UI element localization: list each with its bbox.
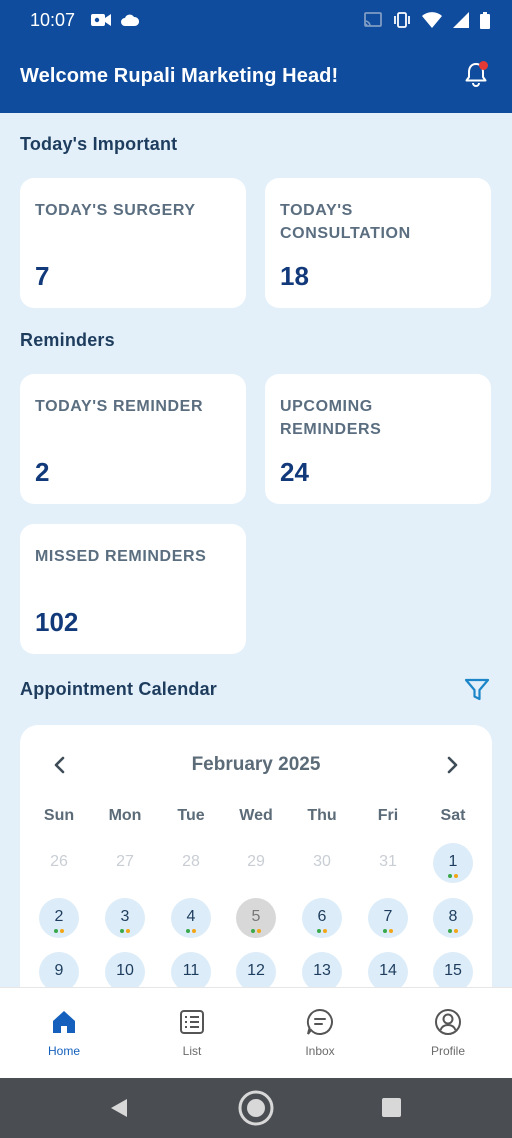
wifi-icon	[422, 12, 442, 28]
next-month-chevron-icon[interactable]	[442, 755, 462, 775]
calendar-section-title: Appointment Calendar	[20, 679, 218, 699]
profile-icon	[435, 1009, 461, 1035]
welcome-title: Welcome Rupali Marketing Head!	[20, 65, 339, 87]
weekday-label: Fri	[377, 807, 399, 824]
weekday-label: Thu	[307, 807, 337, 824]
notification-bell-icon[interactable]	[462, 60, 490, 88]
appointment-dots	[383, 929, 393, 933]
missed-reminders-card[interactable]: MISSED REMINDERS 102	[20, 524, 246, 654]
card-label: TODAY'S SURGERY	[35, 202, 196, 219]
calendar-day-outside: 30	[313, 853, 331, 870]
surgery-card[interactable]: TODAY'S SURGERY 7	[20, 178, 246, 308]
dashboard-content[interactable]: Today's Important TODAY'S SURGERY 7 TODA…	[0, 113, 512, 987]
signal-icon	[453, 12, 469, 28]
status-bar: 10:07	[0, 0, 512, 40]
card-value: 7	[35, 261, 50, 291]
nav-label: Home	[47, 1044, 80, 1058]
system-navigation-bar	[0, 1078, 512, 1138]
calendar-day-outside: 26	[50, 853, 68, 870]
appointment-dots	[251, 929, 261, 933]
appointment-dots	[317, 929, 327, 933]
calendar-day-outside: 28	[182, 853, 200, 870]
weekday-label: Mon	[108, 807, 142, 824]
card-label: TODAY'S CONSULTATION	[280, 202, 411, 242]
appointment-dots	[448, 874, 458, 878]
calendar-day[interactable]: 7	[368, 898, 408, 938]
upcoming-reminders-card[interactable]: UPCOMING REMINDERS 24	[265, 374, 491, 504]
weekday-label: Wed	[239, 807, 273, 824]
appointment-dots	[186, 929, 196, 933]
cast-icon	[364, 12, 382, 27]
filter-icon[interactable]	[464, 677, 490, 703]
calendar-day[interactable]: 8	[433, 898, 473, 938]
nav-label: Profile	[430, 1044, 465, 1058]
appointment-dots	[54, 929, 64, 933]
status-time: 10:07	[30, 9, 76, 30]
chat-icon	[306, 1008, 333, 1035]
card-value: 18	[280, 261, 309, 291]
home-icon	[53, 1011, 75, 1033]
reminders-section-title: Reminders	[20, 330, 115, 350]
calendar-day[interactable]: 3	[105, 898, 145, 938]
card-label: TODAY'S REMINDER	[35, 398, 204, 415]
calendar-day[interactable]: 2	[39, 898, 79, 938]
card-value: 102	[35, 607, 79, 637]
calendar-day[interactable]: 11	[171, 952, 211, 987]
weekday-label: Sat	[440, 807, 466, 824]
calendar-day[interactable]: 12	[236, 952, 276, 987]
calendar-day[interactable]: 4	[171, 898, 211, 938]
calendar-day[interactable]: 1	[433, 843, 473, 883]
nav-inbox[interactable]: Inbox	[270, 1008, 370, 1060]
list-icon	[180, 1010, 204, 1034]
back-icon[interactable]	[108, 1097, 130, 1119]
app-header: Welcome Rupali Marketing Head!	[0, 40, 512, 113]
nav-home[interactable]: Home	[14, 1008, 114, 1060]
battery-icon	[480, 11, 490, 29]
calendar-day[interactable]: 9	[39, 952, 79, 987]
important-section-title: Today's Important	[20, 134, 178, 154]
nav-label: Inbox	[305, 1044, 335, 1058]
nav-label: List	[182, 1044, 202, 1058]
appointment-dots	[120, 929, 130, 933]
calendar-day-outside: 31	[379, 853, 397, 870]
video-camera-icon	[91, 14, 112, 26]
card-label: UPCOMING REMINDERS	[280, 398, 382, 438]
today-reminder-card[interactable]: TODAY'S REMINDER 2	[20, 374, 246, 504]
notification-badge	[479, 61, 488, 70]
calendar-day-outside: 29	[247, 853, 265, 870]
calendar-day[interactable]: 6	[302, 898, 342, 938]
calendar-day[interactable]: 13	[302, 952, 342, 987]
card-value: 24	[280, 457, 309, 487]
nav-list[interactable]: List	[142, 1008, 242, 1060]
calendar-day[interactable]: 10	[105, 952, 145, 987]
vibrate-icon	[394, 12, 410, 28]
bottom-navigation: Home List Inbox Profile	[0, 987, 512, 1078]
calendar-day[interactable]: 14	[368, 952, 408, 987]
appointment-calendar: February 2025 Sun Mon Tue Wed Thu Fri Sa…	[20, 725, 492, 987]
calendar-day-today[interactable]: 5	[236, 898, 276, 938]
nav-profile[interactable]: Profile	[398, 1008, 498, 1060]
weekday-label: Tue	[177, 807, 205, 824]
card-value: 2	[35, 457, 50, 487]
calendar-day-outside: 27	[116, 853, 134, 870]
consultation-card[interactable]: TODAY'S CONSULTATION 18	[265, 178, 491, 308]
calendar-month-label: February 2025	[191, 754, 321, 775]
calendar-day[interactable]: 15	[433, 952, 473, 987]
home-button-icon[interactable]	[237, 1089, 275, 1127]
appointment-dots	[448, 929, 458, 933]
card-label: MISSED REMINDERS	[35, 548, 207, 565]
cloud-icon	[121, 14, 140, 26]
recents-icon[interactable]	[382, 1098, 401, 1117]
weekday-label: Sun	[43, 807, 75, 824]
